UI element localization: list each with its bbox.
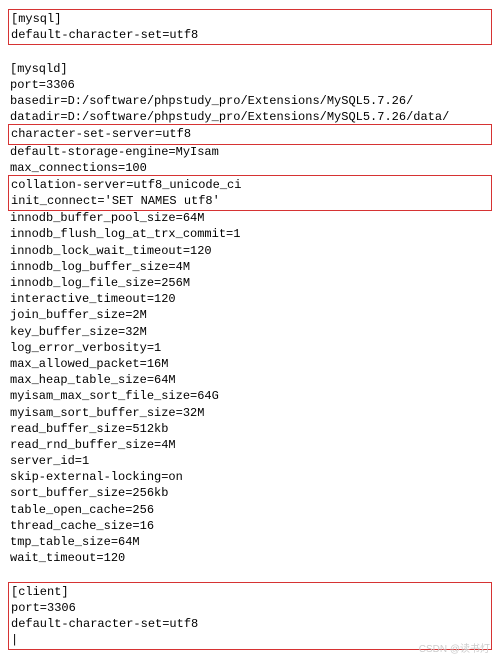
config-line: table_open_cache=256 — [10, 502, 490, 518]
config-line: [mysql] — [11, 11, 489, 27]
config-line: collation-server=utf8_unicode_ci — [11, 177, 489, 193]
highlight-charset-server: character-set-server=utf8 — [8, 124, 492, 144]
config-line: myisam_max_sort_file_size=64G — [10, 388, 490, 404]
config-line: thread_cache_size=16 — [10, 518, 490, 534]
config-line: default-storage-engine=MyIsam — [10, 144, 490, 160]
highlight-collation-init: collation-server=utf8_unicode_ci init_co… — [8, 175, 492, 211]
config-line: max_connections=100 — [10, 160, 490, 176]
config-line: [client] — [11, 584, 489, 600]
config-line: interactive_timeout=120 — [10, 291, 490, 307]
config-line: innodb_lock_wait_timeout=120 — [10, 243, 490, 259]
config-line: basedir=D:/software/phpstudy_pro/Extensi… — [10, 93, 490, 109]
config-line: character-set-server=utf8 — [11, 126, 489, 142]
config-line: datadir=D:/software/phpstudy_pro/Extensi… — [10, 109, 490, 125]
config-line: key_buffer_size=32M — [10, 324, 490, 340]
config-line: skip-external-locking=on — [10, 469, 490, 485]
config-line: wait_timeout=120 — [10, 550, 490, 566]
config-line: innodb_log_buffer_size=4M — [10, 259, 490, 275]
highlight-mysql-section: [mysql] default-character-set=utf8 — [8, 9, 492, 45]
cursor-line: | — [11, 632, 489, 648]
config-file-content: [mysql] default-character-set=utf8 [mysq… — [10, 9, 490, 650]
config-line: sort_buffer_size=256kb — [10, 485, 490, 501]
csdn-watermark: CSDN @读书灯 — [419, 643, 490, 657]
config-line: innodb_flush_log_at_trx_commit=1 — [10, 226, 490, 242]
highlight-client-section: [client] port=3306 default-character-set… — [8, 582, 492, 651]
blank-line — [10, 44, 490, 60]
config-line: max_allowed_packet=16M — [10, 356, 490, 372]
config-line: default-character-set=utf8 — [11, 616, 489, 632]
config-line: port=3306 — [11, 600, 489, 616]
config-line: log_error_verbosity=1 — [10, 340, 490, 356]
blank-line — [10, 566, 490, 582]
config-line: read_buffer_size=512kb — [10, 421, 490, 437]
config-line: read_rnd_buffer_size=4M — [10, 437, 490, 453]
config-line: default-character-set=utf8 — [11, 27, 489, 43]
config-line: [mysqld] — [10, 61, 490, 77]
config-line: myisam_sort_buffer_size=32M — [10, 405, 490, 421]
config-line: innodb_log_file_size=256M — [10, 275, 490, 291]
config-line: port=3306 — [10, 77, 490, 93]
config-line: innodb_buffer_pool_size=64M — [10, 210, 490, 226]
config-line: join_buffer_size=2M — [10, 307, 490, 323]
config-line: tmp_table_size=64M — [10, 534, 490, 550]
config-line: init_connect='SET NAMES utf8' — [11, 193, 489, 209]
config-line: server_id=1 — [10, 453, 490, 469]
config-line: max_heap_table_size=64M — [10, 372, 490, 388]
